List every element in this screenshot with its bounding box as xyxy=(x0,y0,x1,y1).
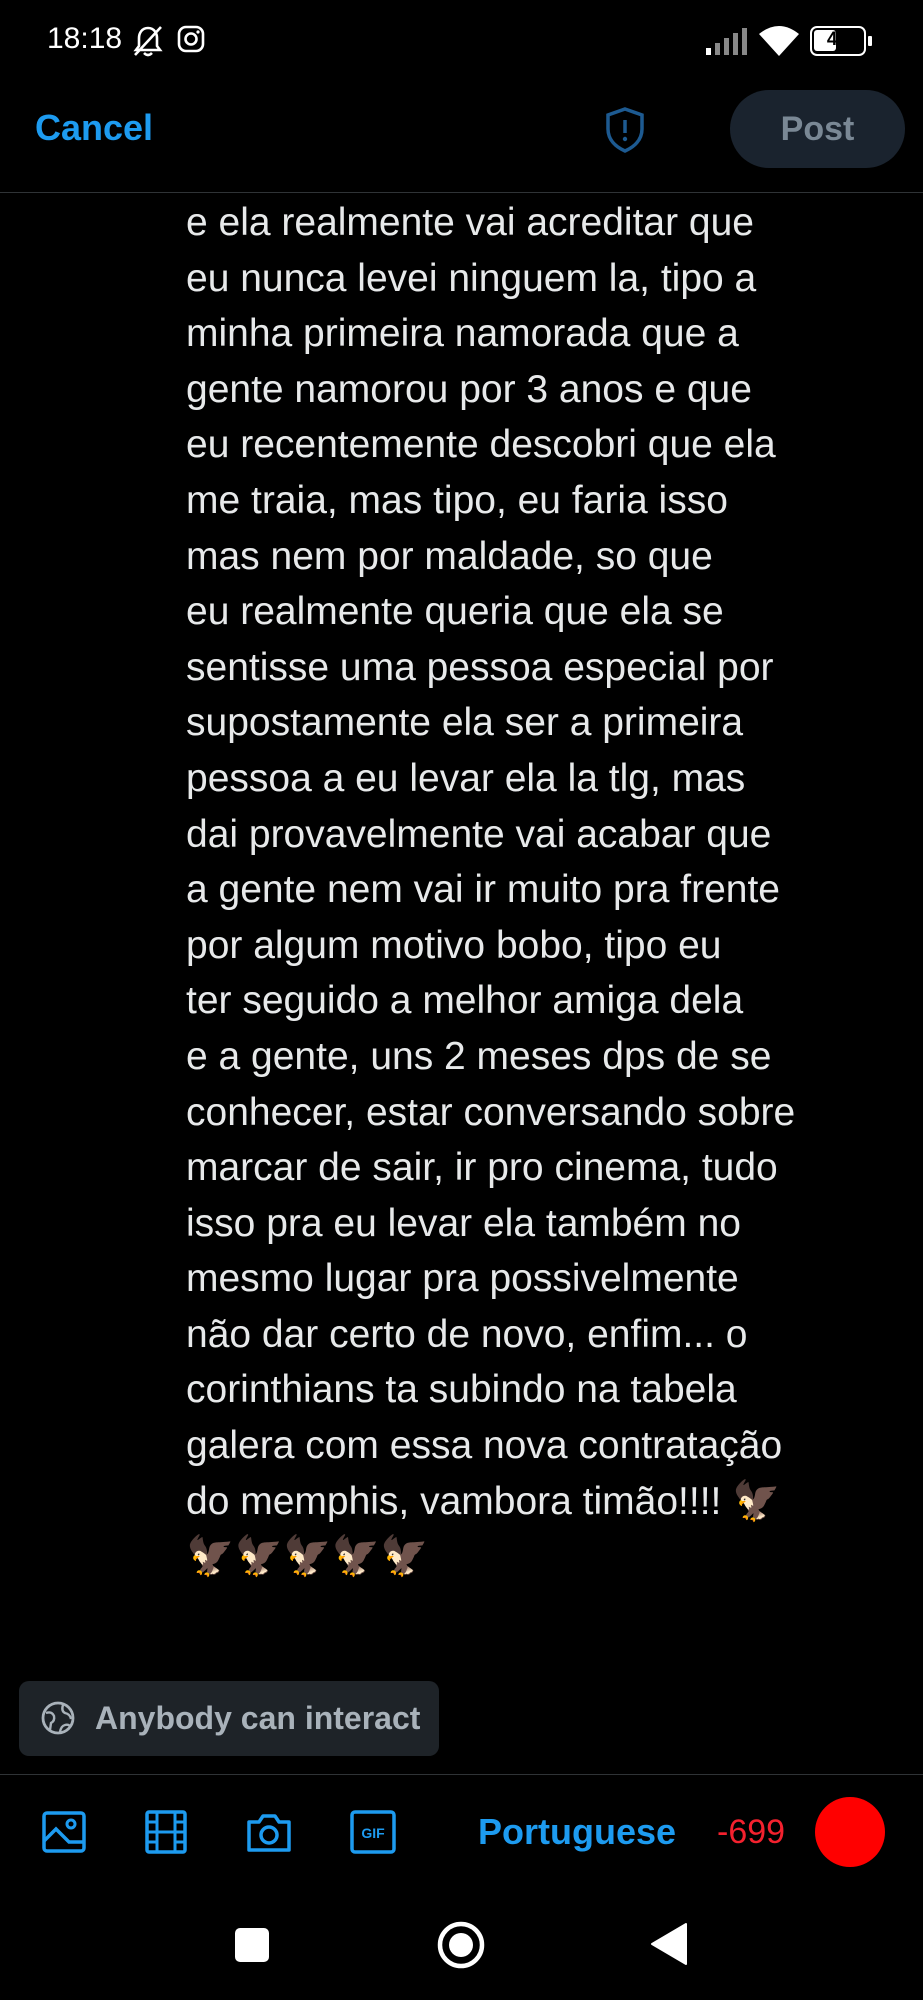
instagram-icon xyxy=(177,25,205,53)
battery-icon: 43 xyxy=(810,26,872,56)
tweet-text-line: ter seguido a melhor amiga dela xyxy=(186,979,744,1023)
language-selector[interactable]: Portuguese xyxy=(478,1811,676,1853)
status-bar: 18:18 43 xyxy=(0,0,923,80)
tweet-text-line: conhecer, estar conversando sobre xyxy=(186,1090,796,1134)
tweet-text-line: corinthians ta subindo na tabela xyxy=(186,1368,737,1412)
back-button[interactable] xyxy=(650,1922,688,1966)
tweet-text-editor[interactable]: e ela realmente vai acreditar que eu nunc… xyxy=(186,195,906,1585)
post-button[interactable]: Post xyxy=(730,90,905,168)
tweet-text-line: 🦅🦅🦅🦅🦅 xyxy=(186,1535,429,1579)
gif-film-icon[interactable] xyxy=(142,1808,190,1856)
recent-apps-button[interactable] xyxy=(235,1928,269,1962)
toolbar-divider xyxy=(0,1774,923,1775)
character-counter: -699 xyxy=(717,1813,786,1851)
tweet-text-line: supostamente ela ser a primeira xyxy=(186,701,744,745)
wifi-icon xyxy=(759,26,799,56)
tweet-text-line: dai provavelmente vai acabar que xyxy=(186,812,772,856)
tweet-text-line: eu recentemente descobri que ela xyxy=(186,423,776,467)
tweet-text-line: eu realmente queria que ela se xyxy=(186,590,724,634)
mute-bell-icon xyxy=(133,26,163,57)
tweet-text-line: e a gente, uns 2 meses dps de se xyxy=(186,1034,772,1078)
status-time: 18:18 xyxy=(47,22,123,55)
globe-icon xyxy=(41,1701,75,1735)
tweet-text-line: mesmo lugar pra possivelmente xyxy=(186,1257,739,1301)
tweet-text-line: minha primeira namorada que a xyxy=(186,312,739,356)
tweet-text-line: não dar certo de novo, enfim... o xyxy=(186,1312,748,1356)
home-button[interactable] xyxy=(436,1920,486,1970)
tweet-text-line: a gente nem vai ir muito pra frente xyxy=(186,868,780,912)
tweet-text-line: por algum motivo bobo, tipo eu xyxy=(186,923,722,967)
tweet-text-line: e ela realmente vai acreditar que xyxy=(186,201,754,244)
image-icon[interactable] xyxy=(40,1808,88,1856)
reply-settings-label: Anybody can interact xyxy=(95,1700,421,1736)
tweet-text-line: marcar de sair, ir pro cinema, tudo xyxy=(186,1146,778,1190)
camera-icon[interactable] xyxy=(245,1808,293,1856)
svg-text:GIF: GIF xyxy=(361,1825,385,1841)
tweet-text-line: sentisse uma pessoa especial por xyxy=(186,645,774,689)
reply-settings-button[interactable]: Anybody can interact xyxy=(19,1681,439,1756)
tweet-text-line: eu nunca levei ninguem la, tipo a xyxy=(186,256,757,300)
compose-header: Cancel Post xyxy=(0,85,923,193)
character-limit-indicator xyxy=(815,1797,885,1867)
cancel-button[interactable]: Cancel xyxy=(35,107,153,149)
signal-icon xyxy=(706,28,747,55)
tweet-text-line: gente namorou por 3 anos e que xyxy=(186,367,752,411)
battery-level: 43 xyxy=(826,29,849,50)
tweet-text-line: do memphis, vambora timão!!!! 🦅 xyxy=(186,1479,781,1523)
tweet-text-line: pessoa a eu levar ela la tlg, mas xyxy=(186,756,746,800)
gif-icon[interactable]: GIF xyxy=(349,1808,397,1856)
tweet-text-line: isso pra eu levar ela também no xyxy=(186,1201,741,1245)
shield-alert-icon[interactable] xyxy=(600,105,650,155)
tweet-text-line: mas nem por maldade, so que xyxy=(186,534,713,578)
tweet-text-line: galera com essa nova contratação xyxy=(186,1424,783,1468)
tweet-text-line: me traia, mas tipo, eu faria isso xyxy=(186,478,728,522)
